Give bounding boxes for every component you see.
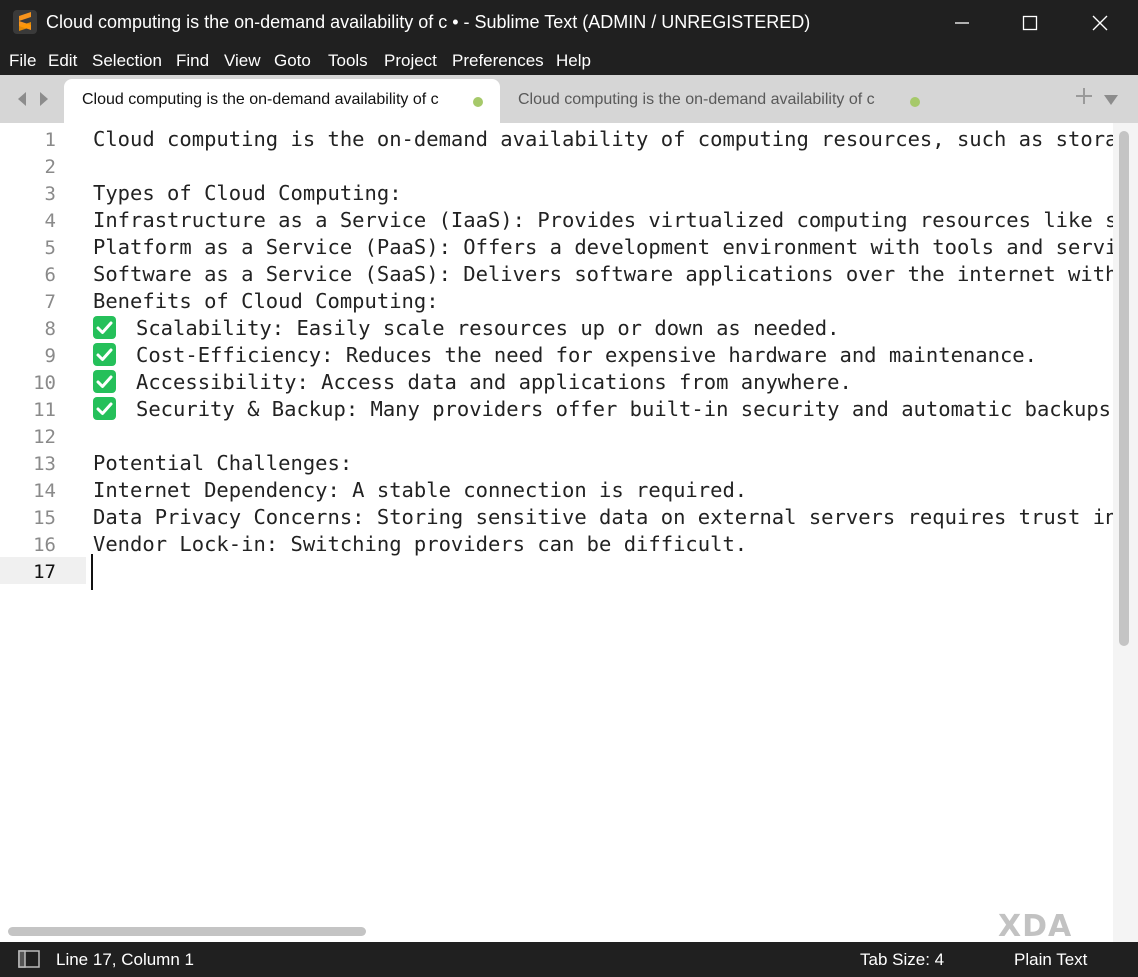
code-line[interactable]: Cloud computing is the on-demand availab… [93, 126, 1113, 153]
code-line-text: Scalability: Easily scale resources up o… [136, 316, 840, 340]
menu-goto[interactable]: Goto [274, 51, 311, 71]
line-number: 6 [44, 264, 56, 286]
code-line[interactable]: Infrastructure as a Service (IaaS): Prov… [93, 207, 1113, 234]
tab-nav-left-icon[interactable] [16, 91, 28, 112]
vertical-scrollbar-thumb[interactable] [1119, 131, 1129, 646]
code-line[interactable]: Types of Cloud Computing: [93, 180, 402, 207]
code-line[interactable]: Scalability: Easily scale resources up o… [93, 315, 840, 342]
line-number: 9 [44, 345, 56, 367]
line-number: 3 [44, 183, 56, 205]
code-line[interactable]: Accessibility: Access data and applicati… [93, 369, 852, 396]
status-bar: Line 17, Column 1 Tab Size: 4 Plain Text [0, 942, 1138, 977]
sublime-text-logo-icon [13, 10, 37, 34]
check-mark-icon [93, 316, 116, 339]
line-number: 4 [44, 210, 56, 232]
code-line-text: Security & Backup: Many providers offer … [136, 397, 1112, 421]
tab-label: Cloud computing is the on-demand availab… [518, 91, 875, 108]
menu-file[interactable]: File [9, 51, 36, 71]
menu-tools[interactable]: Tools [328, 51, 368, 71]
tab-size[interactable]: Tab Size: 4 [860, 950, 944, 970]
line-number: 10 [33, 372, 56, 394]
code-line-text: Internet Dependency: A stable connection… [93, 478, 748, 502]
unsaved-dot-icon[interactable] [910, 97, 920, 107]
editor[interactable]: 1 2 3 4 5 6 7 8 9 10 11 12 13 14 15 16 17 Cloud computin… [0, 123, 1138, 944]
line-number: 15 [33, 507, 56, 529]
line-number: 17 [33, 561, 56, 583]
line-number: 1 [44, 129, 56, 151]
horizontal-scrollbar-thumb[interactable] [8, 927, 366, 936]
line-number-gutter: 1 2 3 4 5 6 7 8 9 10 11 12 13 14 15 16 17 [0, 123, 86, 942]
code-line-text: Infrastructure as a Service (IaaS): Prov… [93, 208, 1113, 232]
code-line[interactable]: Benefits of Cloud Computing: [93, 288, 439, 315]
title-bar: Cloud computing is the on-demand availab… [0, 0, 1138, 45]
menu-view[interactable]: View [224, 51, 261, 71]
menu-find[interactable]: Find [176, 51, 209, 71]
code-line-text: Potential Challenges: [93, 451, 353, 475]
menu-edit[interactable]: Edit [48, 51, 77, 71]
code-area[interactable]: Cloud computing is the on-demand availab… [93, 123, 1113, 942]
tab-bar: Cloud computing is the on-demand availab… [0, 75, 1138, 123]
code-line-text: Types of Cloud Computing: [93, 181, 402, 205]
code-line[interactable]: Platform as a Service (PaaS): Offers a d… [93, 234, 1113, 261]
tab-nav-right-icon[interactable] [38, 91, 50, 112]
check-mark-icon [93, 370, 116, 393]
code-line[interactable]: Internet Dependency: A stable connection… [93, 477, 747, 504]
code-line-text: Cost-Efficiency: Reduces the need for ex… [136, 343, 1037, 367]
line-number: 13 [33, 453, 56, 475]
cursor-position: Line 17, Column 1 [56, 950, 194, 969]
line-number: 16 [33, 534, 56, 556]
line-number: 14 [33, 480, 56, 502]
line-number: 8 [44, 318, 56, 340]
text-cursor [91, 554, 93, 590]
code-line-text: Vendor Lock-in: Switching providers can … [93, 532, 748, 556]
code-line[interactable]: Potential Challenges: [93, 450, 352, 477]
unsaved-dot-icon[interactable] [473, 97, 483, 107]
close-icon[interactable] [1066, 0, 1134, 45]
syntax-mode[interactable]: Plain Text [1014, 950, 1087, 970]
line-number: 2 [44, 156, 56, 178]
code-line-text: Benefits of Cloud Computing: [93, 289, 439, 313]
code-line-text: Platform as a Service (PaaS): Offers a d… [93, 235, 1113, 259]
code-line[interactable]: Security & Backup: Many providers offer … [93, 396, 1111, 423]
code-line[interactable]: Cost-Efficiency: Reduces the need for ex… [93, 342, 1037, 369]
menu-bar: File Edit Selection Find View Goto Tools… [0, 45, 1138, 75]
line-number: 7 [44, 291, 56, 313]
code-line-text: Cloud computing is the on-demand availab… [93, 127, 1113, 151]
code-line[interactable]: Data Privacy Concerns: Storing sensitive… [93, 504, 1113, 531]
maximize-icon[interactable] [996, 0, 1064, 45]
line-number: 11 [33, 399, 56, 421]
code-line[interactable]: Vendor Lock-in: Switching providers can … [93, 531, 747, 558]
minimize-icon[interactable] [928, 0, 996, 45]
code-line[interactable]: Software as a Service (SaaS): Delivers s… [93, 261, 1113, 288]
menu-help[interactable]: Help [556, 51, 591, 71]
code-line-text: Data Privacy Concerns: Storing sensitive… [93, 505, 1113, 529]
window-title: Cloud computing is the on-demand availab… [46, 12, 811, 32]
line-number: 5 [44, 237, 56, 259]
code-line-text: Accessibility: Access data and applicati… [136, 370, 852, 394]
tab-label: Cloud computing is the on-demand availab… [82, 91, 439, 108]
tab-list-chevron-down-icon[interactable] [1103, 93, 1119, 111]
new-tab-plus-icon[interactable] [1075, 87, 1093, 110]
check-mark-icon [93, 397, 116, 420]
tab-active[interactable]: Cloud computing is the on-demand availab… [64, 79, 500, 123]
line-number: 12 [33, 426, 56, 448]
check-mark-icon [93, 343, 116, 366]
menu-preferences[interactable]: Preferences [452, 51, 544, 71]
tab-inactive[interactable]: Cloud computing is the on-demand availab… [500, 79, 938, 123]
code-line-text: Software as a Service (SaaS): Delivers s… [93, 262, 1113, 286]
side-panel-toggle-icon[interactable] [18, 950, 40, 973]
xda-watermark: XDA [998, 909, 1073, 944]
menu-project[interactable]: Project [384, 51, 437, 71]
menu-selection[interactable]: Selection [92, 51, 162, 71]
